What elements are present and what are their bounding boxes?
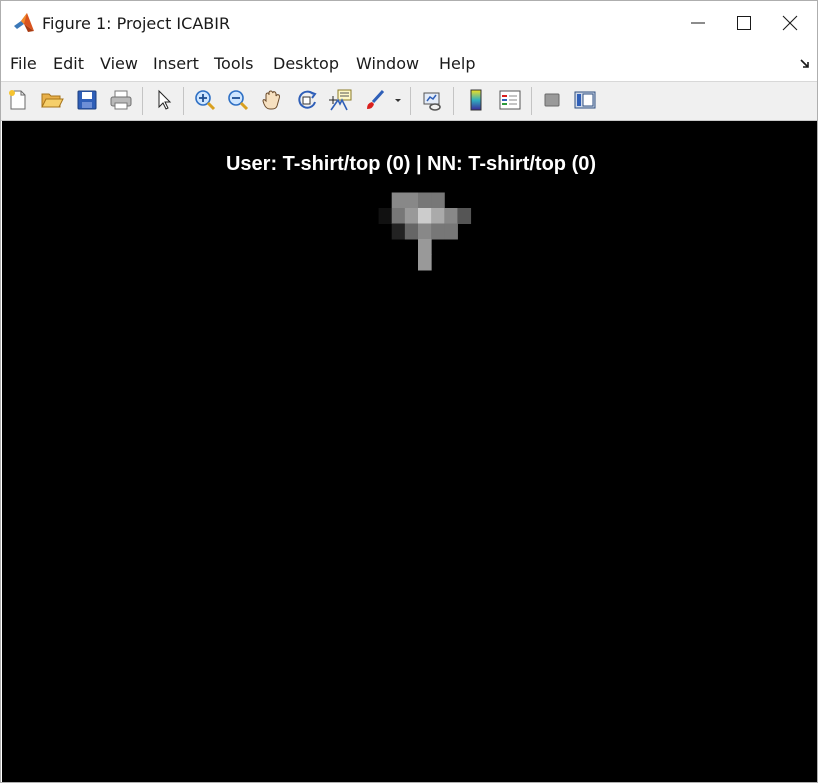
dock-arrow-icon[interactable] — [799, 57, 811, 75]
brush-icon — [367, 89, 385, 109]
matlab-logo-icon — [13, 12, 35, 34]
close-button[interactable] — [767, 1, 813, 45]
image-pixel — [418, 192, 432, 209]
print-button[interactable] — [107, 86, 135, 114]
maximize-icon — [737, 16, 751, 30]
menu-bar: File Edit View Insert Tools Desktop Wind… — [1, 48, 817, 80]
print-icon — [110, 90, 132, 110]
minimize-button[interactable] — [675, 1, 721, 45]
save-button[interactable] — [73, 86, 101, 114]
figure-toolbar — [1, 81, 817, 121]
open-file-button[interactable] — [38, 86, 66, 114]
figure-window: Figure 1: Project ICABIR File Edit View … — [0, 0, 818, 783]
menu-tools[interactable]: Tools — [214, 54, 253, 73]
new-figure-button[interactable] — [4, 86, 32, 114]
image-pixel — [391, 223, 406, 240]
menu-desktop[interactable]: Desktop — [273, 54, 339, 73]
image-pixel — [391, 208, 406, 224]
toolbar-separator — [142, 87, 143, 115]
brush-dropdown[interactable] — [391, 86, 403, 114]
data-cursor-button[interactable] — [327, 86, 355, 114]
zoom-in-button[interactable] — [191, 86, 219, 114]
zoom-out-icon — [228, 90, 249, 111]
new-figure-icon — [9, 90, 26, 110]
pan-button[interactable] — [258, 86, 286, 114]
title-bar[interactable]: Figure 1: Project ICABIR — [1, 1, 817, 45]
image-pixel — [418, 254, 432, 271]
close-icon — [782, 15, 798, 31]
toolbar-separator — [410, 87, 411, 115]
image-pixel — [404, 208, 419, 224]
toolbar-separator — [531, 87, 532, 115]
image-pixel — [378, 208, 393, 224]
plot-title: User: T-shirt/top (0) | NN: T-shirt/top … — [225, 153, 597, 175]
menu-help[interactable]: Help — [439, 54, 475, 73]
image-axes[interactable] — [234, 177, 602, 611]
image-pixel — [418, 208, 432, 224]
image-pixel — [418, 239, 432, 255]
image-pixel — [444, 223, 458, 240]
image-pixel — [418, 223, 432, 240]
rotate-3d-icon — [298, 90, 317, 109]
show-plot-tools-icon — [574, 91, 596, 109]
open-file-icon — [41, 93, 64, 108]
zoom-out-button[interactable] — [224, 86, 252, 114]
link-plot-button[interactable] — [419, 86, 447, 114]
image-pixel — [391, 192, 406, 209]
show-plot-tools-button[interactable] — [571, 86, 599, 114]
link-plot-icon — [423, 92, 441, 111]
hide-plot-tools-icon — [544, 93, 560, 107]
menu-window[interactable]: Window — [356, 54, 419, 73]
image-pixel — [431, 208, 445, 224]
image-pixel — [404, 192, 419, 209]
image-pixel — [444, 208, 458, 224]
colorbar-icon — [470, 89, 482, 111]
pan-icon — [262, 90, 280, 110]
rotate-3d-button[interactable] — [293, 86, 321, 114]
legend-icon — [499, 90, 521, 110]
maximize-button[interactable] — [721, 1, 767, 45]
edit-plot-button[interactable] — [150, 86, 178, 114]
menu-insert[interactable]: Insert — [153, 54, 199, 73]
menu-edit[interactable]: Edit — [53, 54, 84, 73]
image-pixel — [431, 192, 445, 209]
image-pixel — [431, 223, 445, 240]
hide-plot-tools-button[interactable] — [538, 86, 566, 114]
window-title: Figure 1: Project ICABIR — [42, 14, 231, 33]
toolbar-separator — [453, 87, 454, 115]
toolbar-separator — [183, 87, 184, 115]
brush-button[interactable] — [361, 86, 389, 114]
minimize-icon — [691, 22, 705, 24]
insert-legend-button[interactable] — [496, 86, 524, 114]
menu-file[interactable]: File — [10, 54, 37, 73]
figure-canvas[interactable]: User: T-shirt/top (0) | NN: T-shirt/top … — [2, 121, 817, 782]
insert-colorbar-button[interactable] — [462, 86, 490, 114]
menu-view[interactable]: View — [100, 54, 138, 73]
pointer-icon — [158, 89, 172, 110]
image-pixel — [457, 208, 472, 224]
image-pixel — [404, 223, 419, 240]
data-cursor-icon — [329, 89, 352, 111]
zoom-in-icon — [195, 90, 216, 111]
chevron-down-icon — [395, 99, 401, 102]
save-icon — [77, 90, 97, 110]
